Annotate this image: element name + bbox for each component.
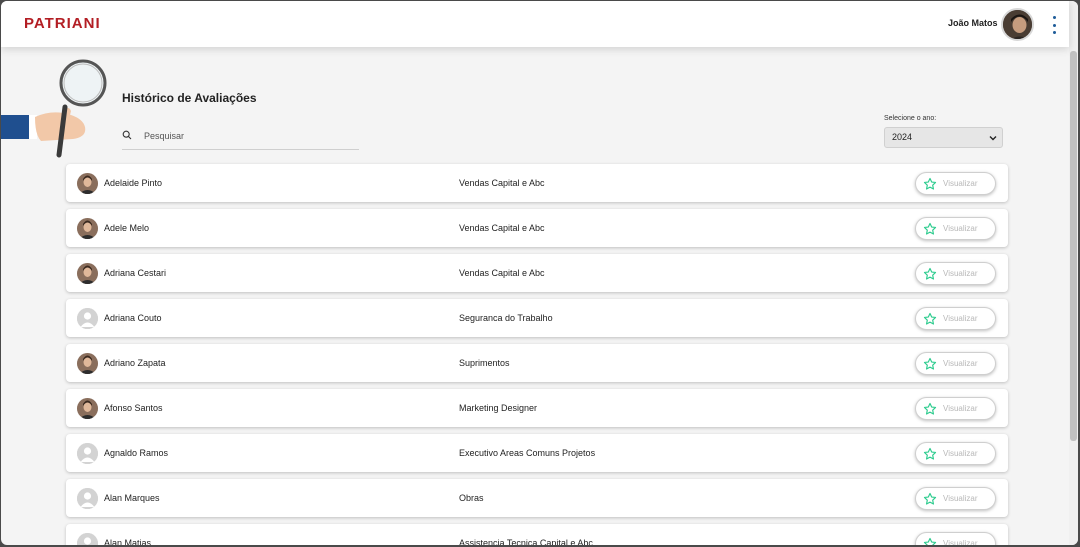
employee-avatar xyxy=(77,263,98,284)
brand-logo[interactable]: PATRIANI xyxy=(24,15,101,32)
year-label: Selecione o ano: xyxy=(884,115,937,122)
employee-avatar xyxy=(77,353,98,374)
view-button-label: Visualizar xyxy=(943,449,978,458)
employee-name: Agnaldo Ramos xyxy=(104,448,169,458)
employee-avatar xyxy=(77,533,98,545)
view-button-label: Visualizar xyxy=(943,179,978,188)
list-item: Alan Matias Assistencia Tecnica Capital … xyxy=(66,524,1008,545)
employee-name: Adriana Cestari xyxy=(104,268,167,278)
employee-department: Obras xyxy=(459,493,484,503)
employee-department: Marketing Designer xyxy=(459,403,538,413)
user-avatar[interactable] xyxy=(1001,8,1034,41)
list-item: Adele Melo Vendas Capital e Abc Visualiz… xyxy=(66,209,1008,247)
view-button[interactable]: Visualizar xyxy=(915,442,996,465)
employee-department: Executivo Areas Comuns Projetos xyxy=(459,448,596,458)
star-icon xyxy=(923,537,937,545)
employee-name: Alan Marques xyxy=(104,493,160,503)
star-icon xyxy=(923,177,937,190)
view-button[interactable]: Visualizar xyxy=(915,172,996,195)
star-icon xyxy=(923,267,937,280)
view-button[interactable]: Visualizar xyxy=(915,352,996,375)
employee-department: Suprimentos xyxy=(459,358,510,368)
view-button-label: Visualizar xyxy=(943,314,978,323)
chevron-down-icon xyxy=(989,136,997,141)
view-button-label: Visualizar xyxy=(943,359,978,368)
magnifier-hand-illustration xyxy=(1,59,107,158)
view-button[interactable]: Visualizar xyxy=(915,307,996,330)
employee-avatar xyxy=(77,488,98,509)
view-button[interactable]: Visualizar xyxy=(915,217,996,240)
view-button-label: Visualizar xyxy=(943,224,978,233)
star-icon xyxy=(923,447,937,460)
employee-name: Afonso Santos xyxy=(104,403,163,413)
employee-avatar xyxy=(77,218,98,239)
page-title: Histórico de Avaliações xyxy=(122,91,257,105)
list-item: Afonso Santos Marketing Designer Visuali… xyxy=(66,389,1008,427)
view-button[interactable]: Visualizar xyxy=(915,532,996,545)
employee-department: Vendas Capital e Abc xyxy=(459,178,545,188)
employee-avatar xyxy=(77,308,98,329)
view-button-label: Visualizar xyxy=(943,494,978,503)
list-item: Alan Marques Obras Visualizar xyxy=(66,479,1008,517)
scrollbar[interactable] xyxy=(1069,1,1078,545)
employee-department: Vendas Capital e Abc xyxy=(459,223,545,233)
list-item: Agnaldo Ramos Executivo Areas Comuns Pro… xyxy=(66,434,1008,472)
employee-avatar xyxy=(77,443,98,464)
list-item: Adelaide Pinto Vendas Capital e Abc Visu… xyxy=(66,164,1008,202)
star-icon xyxy=(923,402,937,415)
employee-name: Alan Matias xyxy=(104,538,152,545)
more-options-icon[interactable] xyxy=(1050,16,1058,34)
employee-department: Assistencia Tecnica Capital e Abc xyxy=(459,538,593,545)
list-item: Adriano Zapata Suprimentos Visualizar xyxy=(66,344,1008,382)
year-value: 2024 xyxy=(892,132,913,142)
search-field xyxy=(122,125,359,150)
app-window: PATRIANI João Matos Histórico de Avaliaç… xyxy=(1,1,1078,545)
employee-department: Vendas Capital e Abc xyxy=(459,268,545,278)
employee-name: Adele Melo xyxy=(104,223,150,233)
employee-name: Adelaide Pinto xyxy=(104,178,163,188)
star-icon xyxy=(923,492,937,505)
employee-department: Seguranca do Trabalho xyxy=(459,313,553,323)
employee-name: Adriano Zapata xyxy=(104,358,166,368)
view-button-label: Visualizar xyxy=(943,269,978,278)
list-item: Adriana Couto Seguranca do Trabalho Visu… xyxy=(66,299,1008,337)
view-button-label: Visualizar xyxy=(943,404,978,413)
year-select[interactable]: 2024 xyxy=(884,127,1003,148)
search-input[interactable] xyxy=(144,125,354,147)
star-icon xyxy=(923,222,937,235)
view-button[interactable]: Visualizar xyxy=(915,487,996,510)
view-button[interactable]: Visualizar xyxy=(915,262,996,285)
search-icon xyxy=(122,130,132,140)
top-bar: PATRIANI João Matos xyxy=(1,1,1069,47)
view-button[interactable]: Visualizar xyxy=(915,397,996,420)
evaluation-list: Adelaide Pinto Vendas Capital e Abc Visu… xyxy=(66,164,1008,545)
scrollbar-thumb[interactable] xyxy=(1070,51,1077,441)
employee-avatar xyxy=(77,398,98,419)
user-name: João Matos xyxy=(948,18,998,28)
employee-avatar xyxy=(77,173,98,194)
employee-name: Adriana Couto xyxy=(104,313,162,323)
list-item: Adriana Cestari Vendas Capital e Abc Vis… xyxy=(66,254,1008,292)
star-icon xyxy=(923,312,937,325)
star-icon xyxy=(923,357,937,370)
view-button-label: Visualizar xyxy=(943,539,978,545)
